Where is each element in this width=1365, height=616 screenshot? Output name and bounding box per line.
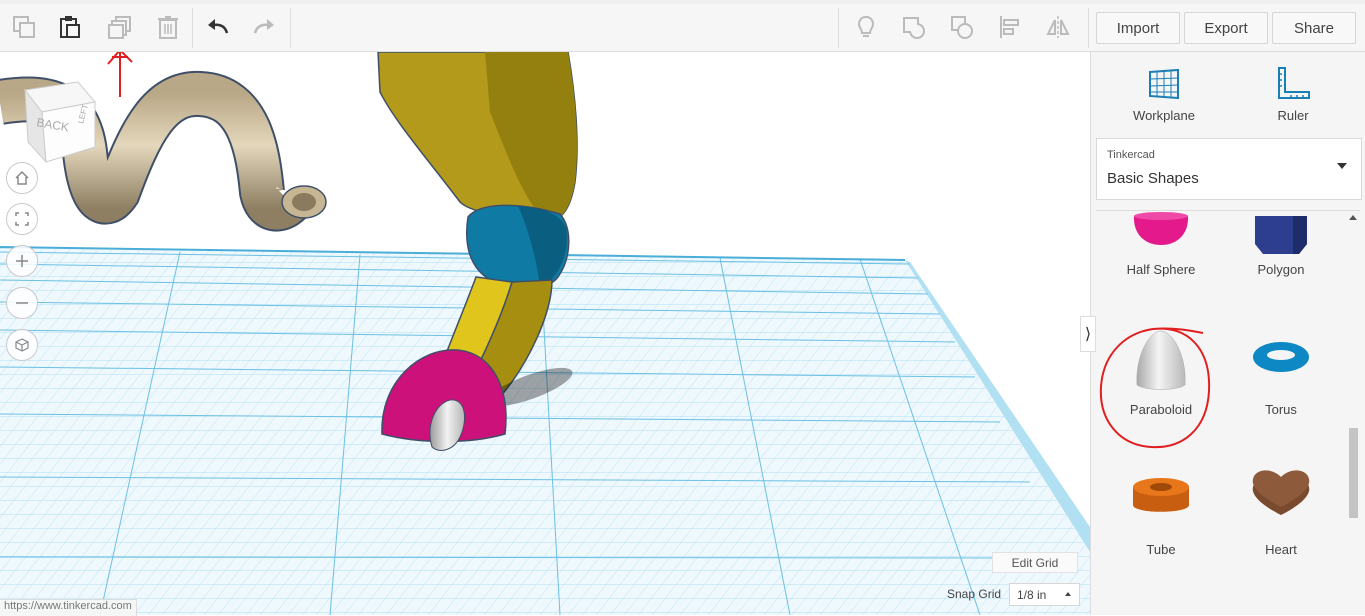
heart-icon	[1252, 470, 1310, 515]
shape-label: Half Sphere	[1126, 262, 1196, 277]
import-button[interactable]: Import	[1096, 12, 1180, 44]
toolbar: Import Export Share	[0, 4, 1365, 52]
perspective-button[interactable]	[6, 329, 38, 361]
home-view-button[interactable]	[6, 162, 38, 194]
shape-library-select[interactable]: Tinkercad Basic Shapes	[1096, 138, 1362, 200]
scene-canvas[interactable]: BACK LEFT	[0, 52, 1090, 615]
workplane-icon	[1149, 68, 1179, 100]
red-circle-annotation	[1099, 327, 1211, 449]
export-button[interactable]: Export	[1184, 12, 1268, 44]
workplane-tool-label: Workplane	[1133, 108, 1195, 123]
shape-paraboloid[interactable]: Paraboloid	[1099, 327, 1221, 457]
redo-icon[interactable]	[246, 10, 282, 44]
toolbar-separator	[192, 8, 193, 48]
group-icon[interactable]	[896, 10, 932, 44]
perspective-icon	[15, 338, 29, 352]
edit-grid-button[interactable]: Edit Grid	[992, 552, 1078, 573]
chevron-right-icon: ⟩	[1084, 326, 1092, 343]
undo-icon[interactable]	[200, 10, 236, 44]
shape-heart[interactable]: Heart	[1221, 467, 1341, 597]
library-source-label: Tinkercad	[1107, 149, 1155, 161]
delete-icon[interactable]	[150, 10, 186, 44]
library-category-label: Basic Shapes	[1107, 170, 1199, 187]
ruler-tool-label: Ruler	[1277, 108, 1309, 123]
snap-grid-label: Snap Grid	[947, 587, 1002, 601]
ungroup-icon[interactable]	[944, 10, 980, 44]
align-icon[interactable]	[992, 10, 1028, 44]
torus-icon	[1253, 342, 1309, 372]
view-cube[interactable]: BACK LEFT	[24, 81, 96, 164]
share-button[interactable]: Share	[1272, 12, 1356, 44]
chevron-up-icon	[1065, 592, 1071, 596]
zoom-in-icon	[16, 255, 28, 267]
collapse-panel-button[interactable]: ⟩	[1080, 316, 1096, 352]
shape-label: Polygon	[1257, 262, 1305, 277]
toolbar-separator	[290, 8, 291, 48]
lightbulb-icon[interactable]	[848, 10, 884, 44]
shape-label: Torus	[1265, 402, 1297, 417]
snap-grid-select[interactable]: 1/8 in	[1009, 583, 1080, 606]
shape-half-sphere[interactable]: Half Sphere	[1101, 192, 1221, 322]
tube-icon	[1133, 478, 1189, 512]
mirror-icon[interactable]	[1040, 10, 1076, 44]
shape-torus[interactable]: Torus	[1221, 327, 1341, 457]
shape-label: Heart	[1265, 542, 1297, 557]
shape-polygon[interactable]: Polygon	[1221, 192, 1341, 322]
scroll-up-icon[interactable]	[1349, 215, 1357, 220]
workplane-viewport[interactable]: BACK LEFT	[0, 52, 1090, 615]
panel-scrollbar-thumb[interactable]	[1349, 428, 1358, 518]
ruler-icon	[1278, 67, 1310, 99]
paste-icon[interactable]	[52, 10, 88, 44]
zoom-in-button[interactable]	[6, 245, 38, 277]
copy-icon[interactable]	[6, 10, 42, 44]
fit-view-button[interactable]	[6, 203, 38, 235]
toolbar-separator	[1088, 8, 1089, 48]
duplicate-icon[interactable]	[102, 10, 138, 44]
zoom-out-icon	[16, 302, 28, 304]
chevron-down-icon	[1337, 163, 1347, 169]
shapes-panel: Workplane Ruler Tinkercad Basic Shapes H…	[1090, 52, 1365, 615]
shape-label: Tube	[1146, 542, 1176, 557]
upper-leg-shape[interactable]	[377, 52, 578, 221]
red-arrow-annotation	[107, 52, 133, 97]
status-url: https://www.tinkercad.com	[0, 599, 137, 616]
workplane-tool-button[interactable]: Workplane	[1114, 62, 1214, 127]
fit-icon	[15, 212, 29, 226]
half-sphere-icon	[1133, 212, 1189, 245]
zoom-out-button[interactable]	[6, 287, 38, 319]
snap-grid-value: 1/8 in	[1017, 588, 1047, 602]
shape-tube[interactable]: Tube	[1101, 467, 1221, 597]
polygon-icon	[1255, 216, 1307, 254]
home-icon	[15, 170, 29, 185]
ruler-tool-button[interactable]: Ruler	[1243, 62, 1343, 127]
toolbar-separator	[838, 8, 839, 48]
